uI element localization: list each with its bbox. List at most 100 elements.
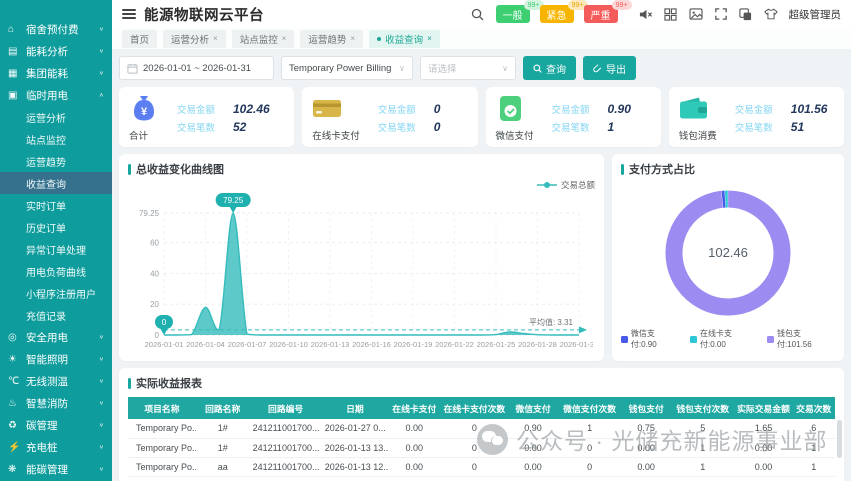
alarm-badge-严重[interactable]: 严重99+ xyxy=(584,5,618,23)
table-row[interactable]: Temporary Po...1#241211001700...2026-01-… xyxy=(128,438,835,457)
header-actions: 一般99+紧急99+严重99+ 超级 xyxy=(471,5,842,23)
tab-label: 站点监控 xyxy=(240,32,278,46)
date-range-input[interactable]: 2026-01-01 ~ 2026-01-31 xyxy=(119,56,274,80)
table-cell: 0 xyxy=(440,419,508,438)
table-cell: 241211001700... xyxy=(250,476,322,481)
chevron-down-icon: ∨ xyxy=(99,400,104,406)
image-icon[interactable] xyxy=(689,7,703,21)
sidebar-subitem-异常订单处理[interactable]: 异常订单处理 xyxy=(0,238,112,260)
sidebar-item-安全用电[interactable]: ◎安全用电∨ xyxy=(0,326,112,348)
table-header-cell: 项目名称 xyxy=(128,397,196,419)
table-cell: 1.65 xyxy=(735,419,793,438)
table-cell: 1# xyxy=(196,438,250,457)
charts-row: 总收益变化曲线图 交易总额 020406079.252026-01-012026… xyxy=(119,154,844,361)
svg-text:2026-01-31: 2026-01-31 xyxy=(560,340,593,349)
home-icon: ⌂ xyxy=(8,24,22,35)
stat-amount-label: 交易金额 xyxy=(552,102,600,116)
svg-text:¥: ¥ xyxy=(141,106,148,118)
user-menu[interactable]: 超级管理员 xyxy=(789,7,842,22)
menu-toggle-icon[interactable] xyxy=(122,9,136,19)
table-cell: 1 xyxy=(671,457,735,476)
stat-count-value: 52 xyxy=(233,120,246,134)
table-row[interactable]: Temporary Po...aa241211001700...2026-01-… xyxy=(128,457,835,476)
stat-card-name: 合计 xyxy=(129,128,148,142)
sidebar-item-智能照明[interactable]: ☀智能照明∨ xyxy=(0,348,112,370)
calendar-icon: ▣ xyxy=(8,90,22,101)
sidebar-subitem-运营趋势[interactable]: 运营趋势 xyxy=(0,150,112,172)
stat-card-name: 钱包消费 xyxy=(679,128,717,142)
billing-select[interactable]: Temporary Power Billing ∨ xyxy=(281,56,413,80)
sidebar-item-能耗分析[interactable]: ▤能耗分析∨ xyxy=(0,40,112,62)
charging-pile-icon: ⚡ xyxy=(8,442,22,453)
query-button[interactable]: 查询 xyxy=(523,56,576,80)
search-icon[interactable] xyxy=(471,7,485,21)
theme-shirt-icon[interactable] xyxy=(764,7,778,21)
sidebar-item-能碳管理[interactable]: ❋能碳管理∨ xyxy=(0,458,112,480)
sidebar-item-无线测温[interactable]: ℃无线测温∨ xyxy=(0,370,112,392)
donut-legend-钱包支付[interactable]: 钱包支付:101.56 xyxy=(767,328,835,350)
tab-close-icon[interactable]: × xyxy=(213,34,218,43)
tab-close-icon[interactable]: × xyxy=(350,34,355,43)
tab-收益查询[interactable]: 收益查询× xyxy=(369,30,440,48)
stat-cards-row: ¥合计交易金额102.46交易笔数52在线卡支付交易金额0交易笔数0微信支付交易… xyxy=(119,87,844,147)
tab-运营分析[interactable]: 运营分析× xyxy=(163,30,226,48)
table-cell: 2026-01-27 0... xyxy=(322,419,388,438)
sidebar-item-充电桩[interactable]: ⚡充电桩∨ xyxy=(0,436,112,458)
sidebar-subitem-小程序注册用户[interactable]: 小程序注册用户 xyxy=(0,282,112,304)
chevron-down-icon: ∨ xyxy=(99,422,104,428)
shield-icon: ◎ xyxy=(8,332,22,343)
chevron-down-icon: ∨ xyxy=(99,70,104,76)
sidebar-subitem-充值记录[interactable]: 充值记录 xyxy=(0,304,112,326)
sidebar-item-宿舍预付费[interactable]: ⌂宿舍预付费∨ xyxy=(0,18,112,40)
export-button[interactable]: 导出 xyxy=(583,56,636,80)
stat-card-钱包消费: 钱包消费交易金额101.56交易笔数51 xyxy=(669,87,844,147)
table-header-cell: 钱包支付 xyxy=(621,397,670,419)
sidebar-subitem-收益查询[interactable]: 收益查询 xyxy=(0,172,112,194)
title-accent-bar xyxy=(128,164,131,175)
svg-text:2026-01-28: 2026-01-28 xyxy=(518,340,557,349)
filter-row: 2026-01-01 ~ 2026-01-31 Temporary Power … xyxy=(119,56,844,80)
line-chart-legend[interactable]: 交易总额 xyxy=(128,179,595,191)
donut-legend-微信支付[interactable]: 微信支付:0.90 xyxy=(621,328,680,350)
stat-amount-value: 0.90 xyxy=(608,102,631,116)
table-header-cell: 在线卡支付 xyxy=(388,397,440,419)
sidebar-item-label: 智能照明 xyxy=(26,352,99,367)
wechat-icon xyxy=(496,94,526,122)
sidebar-item-label: 宿舍预付费 xyxy=(26,22,99,37)
table-cell: 0.00 xyxy=(388,457,440,476)
tab-close-icon[interactable]: × xyxy=(282,34,287,43)
donut-legend-在线卡支付[interactable]: 在线卡支付:0.00 xyxy=(690,328,757,350)
sidebar-item-智慧消防[interactable]: ♨智慧消防∨ xyxy=(0,392,112,414)
table-row[interactable]: Temporary Po...241211001700...2026-01-12… xyxy=(128,476,835,481)
tab-站点监控[interactable]: 站点监控 × xyxy=(232,30,295,48)
svg-text:79.25: 79.25 xyxy=(139,209,160,218)
table-header-cell: 在线卡支付次数 xyxy=(440,397,508,419)
stat-amount-value: 102.46 xyxy=(233,102,270,116)
sidebar-subitem-历史订单[interactable]: 历史订单 xyxy=(0,216,112,238)
fullscreen-icon[interactable] xyxy=(714,7,728,21)
tab-close-icon[interactable]: × xyxy=(427,34,432,43)
sidebar-item-label: 临时用电 xyxy=(26,88,99,103)
layout-grid-icon[interactable] xyxy=(664,7,678,21)
svg-text:40: 40 xyxy=(150,269,159,278)
table-scrollbar[interactable] xyxy=(837,420,842,458)
sidebar-item-临时用电[interactable]: ▣临时用电∧ xyxy=(0,84,112,106)
sidebar-subitem-用电负荷曲线[interactable]: 用电负荷曲线 xyxy=(0,260,112,282)
table-cell: 0.00 xyxy=(508,457,557,476)
mute-icon[interactable] xyxy=(639,7,653,21)
sidebar-item-碳管理[interactable]: ♻碳管理∨ xyxy=(0,414,112,436)
alarm-badge-紧急[interactable]: 紧急99+ xyxy=(540,5,574,23)
copy-docs-icon[interactable] xyxy=(739,7,753,21)
circuit-select[interactable]: 请选择 ∨ xyxy=(420,56,516,80)
table-row[interactable]: Temporary Po...1#241211001700...2026-01-… xyxy=(128,419,835,438)
table-cell: 1 xyxy=(793,438,836,457)
sidebar-item-集团能耗[interactable]: ▦集团能耗∨ xyxy=(0,62,112,84)
sidebar-subitem-运营分析[interactable]: 运营分析 xyxy=(0,106,112,128)
tab-运营趋势[interactable]: 运营趋势× xyxy=(300,30,363,48)
sidebar-subitem-实时订单[interactable]: 实时订单 xyxy=(0,194,112,216)
sidebar-item-label: 能碳管理 xyxy=(26,462,99,477)
sidebar-subitem-站点监控[interactable]: 站点监控 xyxy=(0,128,112,150)
tab-首页[interactable]: 首页 xyxy=(122,30,157,48)
alarm-badge-一般[interactable]: 一般99+ xyxy=(496,5,530,23)
svg-text:2026-01-04: 2026-01-04 xyxy=(186,340,225,349)
